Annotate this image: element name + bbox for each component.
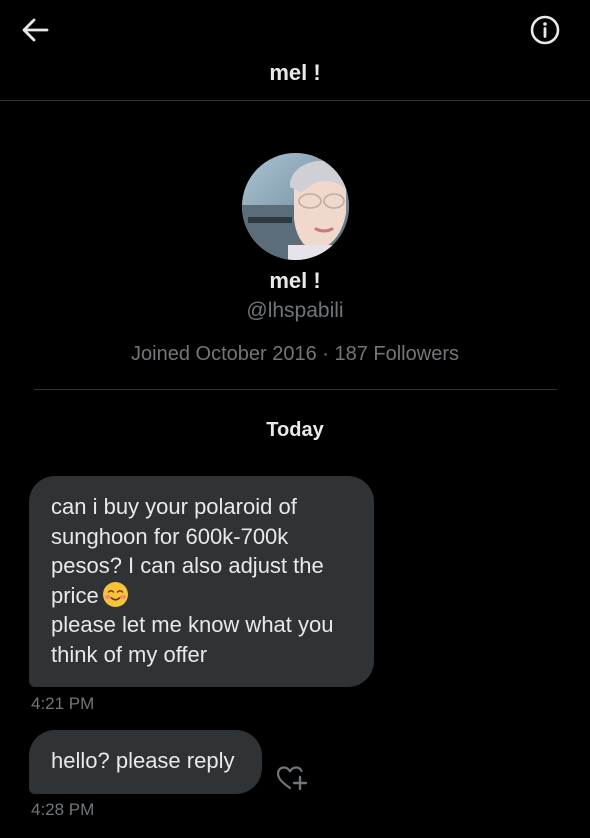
message-timestamp: 4:21 PM — [31, 694, 95, 713]
heart-plus-icon — [276, 766, 308, 791]
profile-divider — [34, 389, 557, 390]
day-separator: Today — [266, 419, 324, 441]
arrow-left-icon — [22, 18, 49, 42]
message-timestamp: 4:28 PM — [31, 800, 95, 819]
message-text: can i buy your polaroid of sunghoon for … — [51, 494, 324, 608]
header-title: mel ! — [269, 60, 321, 85]
message-bubble[interactable]: hello? please reply — [29, 730, 262, 794]
profile-handle: @lhspabili — [246, 299, 344, 322]
profile-name: mel ! — [269, 268, 321, 293]
message-text-continued: please let me know what you think of my … — [51, 612, 334, 667]
info-circle-icon — [530, 15, 560, 45]
profile-join-and-followers: Joined October 2016 · 187 Followers — [131, 343, 459, 365]
avatar-photo — [242, 153, 349, 260]
conversation-header: mel ! — [0, 0, 590, 101]
message-bubble[interactable]: can i buy your polaroid of sunghoon for … — [29, 476, 374, 687]
smiling-face-icon — [102, 581, 128, 607]
profile-avatar[interactable] — [242, 153, 349, 260]
back-button[interactable] — [16, 12, 56, 48]
dm-conversation-screen: mel ! mel ! @lhspabili Joined October 20… — [0, 0, 590, 838]
add-reaction-button[interactable] — [276, 764, 308, 792]
message-text: hello? please reply — [51, 748, 235, 773]
info-button[interactable] — [525, 11, 565, 49]
